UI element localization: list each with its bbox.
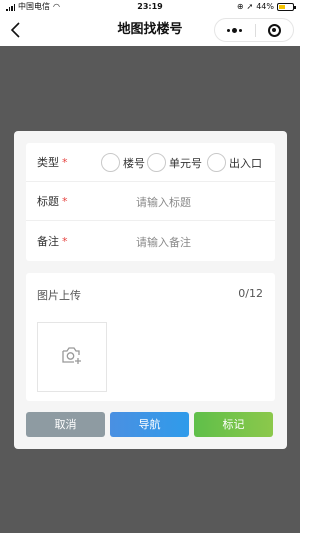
target-circle-icon[interactable] <box>255 19 293 41</box>
cancel-button[interactable]: 取消 <box>26 412 105 437</box>
status-bar: 中国电信 ◠ 23:19 ⊕ ➚ 44% <box>0 0 300 14</box>
required-mark: * <box>62 195 68 208</box>
action-buttons: 取消 导航 标记 <box>26 412 275 437</box>
add-photo-button[interactable] <box>37 322 107 392</box>
radio-label-unit: 单元号 <box>169 156 202 170</box>
mark-location-dialog: 类型* 楼号 单元号 出入口 标题* 备注* <box>14 131 287 449</box>
radio-unit[interactable]: 单元号 <box>147 153 202 172</box>
title-label: 标题 * <box>37 195 68 208</box>
title-row: 标题 * <box>26 182 275 221</box>
mark-button[interactable]: 标记 <box>194 412 273 437</box>
radio-label-building: 楼号 <box>123 156 145 170</box>
navigate-button[interactable]: 导航 <box>110 412 189 437</box>
more-dots-icon[interactable] <box>215 19 255 41</box>
radio-label-entrance: 出入口 <box>229 156 262 170</box>
mini-program-capsule <box>214 18 294 42</box>
title-input[interactable] <box>136 193 266 211</box>
image-upload-card: 图片上传 0/12 <box>26 273 275 401</box>
radio-building[interactable]: 楼号 <box>101 153 145 172</box>
rotation-lock-icon: ⊕ <box>236 2 244 11</box>
battery-icon <box>277 3 296 11</box>
note-row: 备注 * <box>26 222 275 261</box>
radio-circle[interactable] <box>101 153 120 172</box>
note-input[interactable] <box>136 233 266 251</box>
note-label: 备注 * <box>37 235 68 248</box>
navigation-bar: 地图找楼号 <box>0 14 300 46</box>
battery-percent: 44% <box>256 2 274 11</box>
upload-count: 0/12 <box>238 287 263 300</box>
required-mark: * <box>62 235 68 248</box>
type-label: 类型 * <box>37 156 68 169</box>
radio-entrance[interactable]: 出入口 <box>207 153 262 172</box>
radio-circle[interactable] <box>147 153 166 172</box>
radio-circle[interactable] <box>207 153 226 172</box>
status-right: ⊕ ➚ 44% <box>236 0 296 14</box>
form-card: 类型* 楼号 单元号 出入口 标题* 备注* <box>26 143 275 261</box>
add-photo-camera-icon <box>61 345 83 369</box>
upload-label: 图片上传 <box>37 289 81 302</box>
required-mark: * <box>62 156 68 169</box>
location-arrow-icon: ➚ <box>246 2 254 11</box>
type-row: 类型 * 楼号 单元号 出入口 <box>26 143 275 182</box>
